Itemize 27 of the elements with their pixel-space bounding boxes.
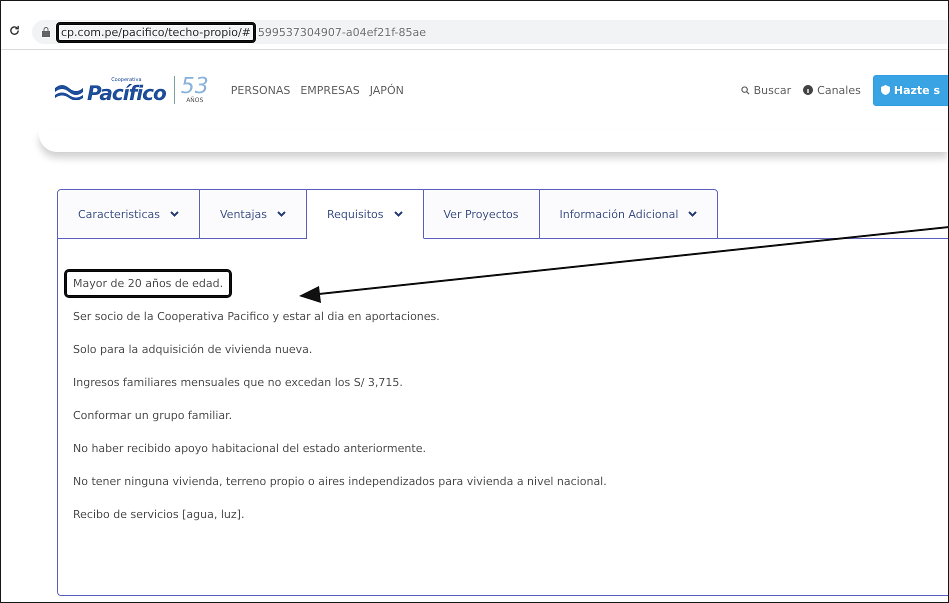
address-bar[interactable]: cp.com.pe/pacifico/techo-propio/# 599537304907-a04ef21f-85ae	[32, 20, 948, 44]
tab[interactable]: Ventajas	[200, 189, 308, 239]
requirement-text: No haber recibido apoyo habitacional del estado anteriormente.	[72, 441, 427, 457]
requirement-text: Conformar un grupo familiar.	[72, 408, 234, 424]
search-link[interactable]: Buscar	[740, 84, 792, 96]
nav-link[interactable]: PERSONAS	[230, 84, 290, 96]
anniversary-number: 53	[180, 76, 209, 98]
tab[interactable]: Caracteristicas	[57, 189, 200, 239]
url-text: 599537304907-a04ef21f-85ae	[258, 26, 426, 38]
search-icon	[740, 86, 750, 94]
requirement-text: Ingresos familiares mensuales que no excedan los S/ 3,715.	[72, 375, 404, 391]
logo-text: Pacífico	[87, 82, 166, 102]
tab[interactable]: Requisitos	[307, 189, 424, 239]
info-icon	[803, 85, 814, 95]
requirement-text: Ser socio de la Cooperativa Pacifico y estar al dia en aportaciones.	[72, 309, 441, 325]
channels-link[interactable]: Canales	[803, 84, 861, 96]
requirement-text: Mayor de 20 años de edad.	[64, 269, 232, 298]
requirement-text: No tener ninguna vivienda, terreno propio o aires independizados para vivienda a nivel nacional.	[72, 474, 608, 490]
tab[interactable]: Información Adicional	[540, 189, 718, 239]
tab[interactable]: Ver Proyectos	[424, 189, 540, 239]
url-text: cp.com.pe/pacifico/techo-propio/#	[56, 22, 256, 42]
requirement-text: Solo para la adquisición de vivienda nueva.	[72, 342, 314, 358]
nav-link[interactable]: JAPÓN	[370, 84, 404, 96]
requirement-text: Recibo de servicios [agua, luz].	[72, 507, 246, 523]
nav-link[interactable]: EMPRESAS	[300, 84, 360, 96]
lock-icon	[42, 27, 50, 37]
shield-icon	[880, 85, 890, 95]
